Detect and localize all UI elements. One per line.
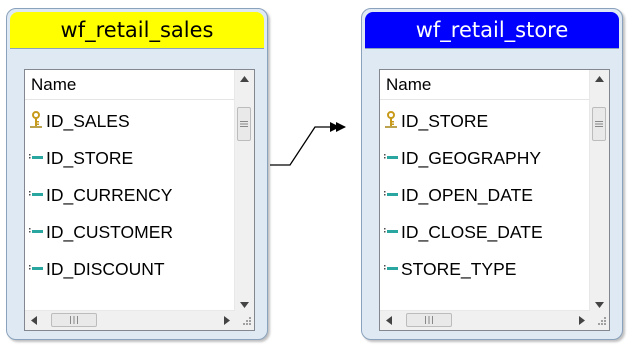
resize-grip-icon[interactable] [590, 311, 609, 330]
field-list[interactable]: Name ID_STORE ID_GEOGRAPHY ID_OPEN_DATE … [379, 69, 610, 331]
scroll-up-arrow-icon[interactable] [590, 70, 609, 87]
field-name: ID_STORE [401, 111, 489, 131]
field-name: ID_CLOSE_DATE [401, 222, 543, 242]
field-row[interactable]: ID_STORE [380, 108, 592, 145]
vertical-scrollbar[interactable] [589, 70, 609, 313]
scroll-right-arrow-icon[interactable] [573, 311, 590, 330]
horizontal-scroll-thumb[interactable] [406, 313, 452, 327]
column-icon [384, 259, 401, 279]
field-row[interactable]: STORE_TYPE [380, 256, 592, 293]
field-name: STORE_TYPE [401, 259, 517, 279]
scroll-left-arrow-icon[interactable] [380, 311, 397, 330]
column-icon [384, 185, 401, 205]
table-box-wf-retail-store[interactable]: wf_retail_store Name ID_STORE ID_GEOGRAP… [361, 8, 623, 340]
column-icon [384, 148, 401, 168]
horizontal-scrollbar[interactable] [380, 310, 590, 330]
column-header-name[interactable]: Name [380, 70, 590, 100]
table-title[interactable]: wf_retail_store [365, 12, 619, 49]
field-row[interactable]: ID_OPEN_DATE [380, 182, 592, 219]
vertical-scroll-thumb[interactable] [592, 107, 606, 141]
field-name: ID_GEOGRAPHY [401, 148, 542, 168]
column-icon [384, 222, 401, 242]
field-name: ID_OPEN_DATE [401, 185, 533, 205]
field-row[interactable]: ID_CLOSE_DATE [380, 219, 592, 256]
join-arrow-icon [330, 122, 346, 132]
primary-key-icon [384, 111, 401, 131]
field-row[interactable]: ID_GEOGRAPHY [380, 145, 592, 182]
